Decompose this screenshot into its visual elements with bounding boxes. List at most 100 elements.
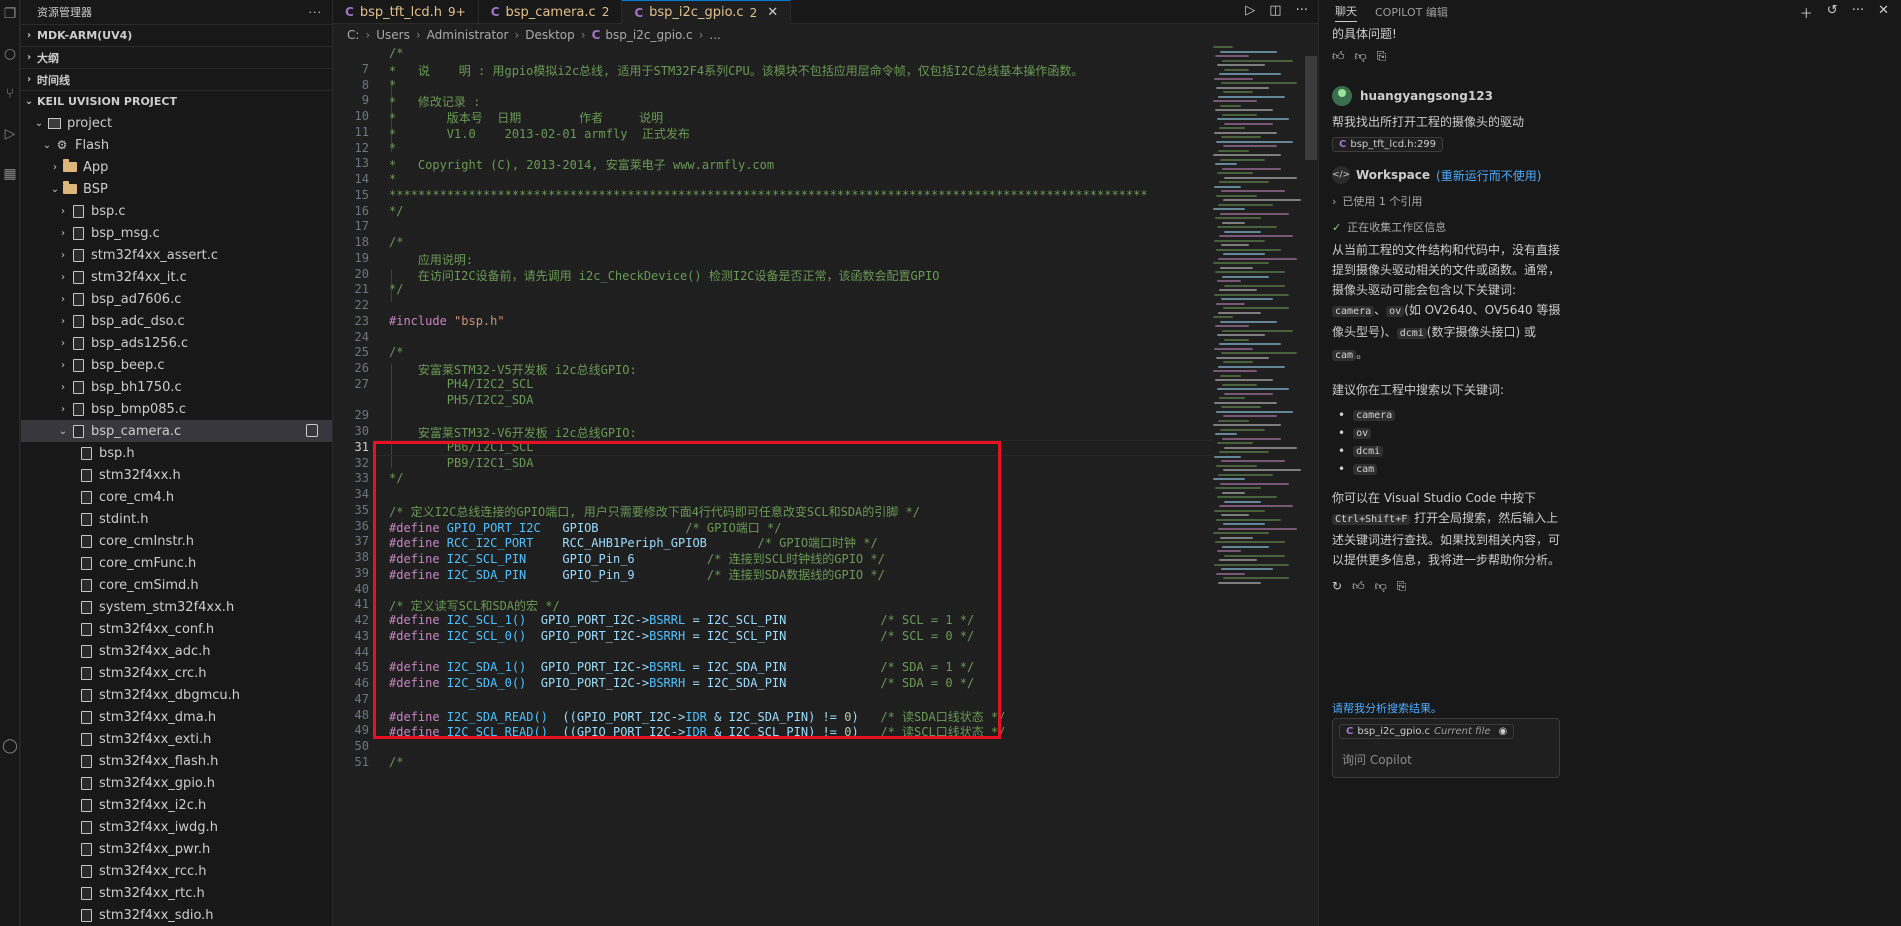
minimap-line [1214,563,1289,566]
close-icon[interactable]: ✕ [767,5,778,20]
tree-item[interactable]: stm32f4xx_iwdg.h [21,816,332,838]
tree-item[interactable]: stm32f4xx_gpio.h [21,772,332,794]
code-line: /* [389,755,403,769]
code-token: /* [389,235,404,249]
source-control-icon[interactable]: ⑂ [2,86,18,102]
more-actions-icon[interactable]: ··· [1852,3,1864,22]
tree-item[interactable]: stdint.h [21,508,332,530]
tree-item[interactable]: core_cmFunc.h [21,552,332,574]
answer-paragraph-3: 你可以在 Visual Studio Code 中按下 Ctrl+Shift+F… [1332,488,1562,570]
breadcrumb-item[interactable]: Administrator [427,28,509,42]
tree-item[interactable]: stm32f4xx_crc.h [21,662,332,684]
breadcrumb-item[interactable]: Desktop [525,28,575,42]
tree-item[interactable]: core_cm4.h [21,486,332,508]
breadcrumb-item[interactable]: bsp_i2c_gpio.c [605,28,692,42]
minimap-line [1222,545,1269,548]
section-timeline[interactable]: › 时间线 [21,68,332,90]
section-keil-project[interactable]: ⌄ KEIL UVISION PROJECT [21,90,332,112]
tab-chat[interactable]: 聊天 [1335,3,1357,22]
search-icon[interactable]: ○ [2,46,18,62]
add-icon[interactable]: ＋ [1800,3,1813,22]
insert-icon[interactable]: ⎘ [1397,579,1407,594]
tab-bsp-camera[interactable]: C bsp_camera.c 2 [479,0,623,24]
thumbs-up-icon[interactable]: 👍︎ [1332,49,1345,64]
tree-item[interactable]: ⌄ project [21,112,332,134]
tree-item[interactable]: stm32f4xx_dma.h [21,706,332,728]
close-icon[interactable]: ✕ [1878,3,1889,22]
tree-item[interactable]: › bsp.c [21,200,332,222]
tree-item[interactable]: › bsp_beep.c [21,354,332,376]
tab-label: bsp_camera.c [505,4,596,20]
tree-item[interactable]: stm32f4xx_rtc.h [21,882,332,904]
breadcrumb-item[interactable]: ... [709,28,720,42]
tree-item-label: stm32f4xx_rcc.h [99,863,207,879]
tree-item[interactable]: › bsp_bh1750.c [21,376,332,398]
breadcrumb-item[interactable]: C: [347,28,359,42]
tree-item[interactable]: › bsp_bmp085.c [21,398,332,420]
thumbs-down-icon[interactable]: 👎︎ [1355,49,1367,64]
insert-icon[interactable]: ⎘ [1377,49,1387,64]
breadcrumb-item[interactable]: Users [376,28,410,42]
chat-input-placeholder[interactable]: 询问 Copilot [1342,751,1412,768]
section-outline[interactable]: › 大纲 [21,46,332,68]
tree-item[interactable]: › bsp_adc_dso.c [21,310,332,332]
tree-item[interactable]: stm32f4xx_dbgmcu.h [21,684,332,706]
tree-item[interactable]: › bsp_ads1256.c [21,332,332,354]
run-debug-icon[interactable]: ▷ [2,126,18,142]
tree-item[interactable]: stm32f4xx.h [21,464,332,486]
tree-item[interactable]: stm32f4xx_pwr.h [21,838,332,860]
history-icon[interactable]: ↺ [1827,3,1838,22]
current-file-chip[interactable]: C bsp_i2c_gpio.c Current file ◉ [1339,724,1515,739]
used-references[interactable]: › 已使用 1 个引用 [1332,192,1562,210]
tree-item-label: stm32f4xx_gpio.h [99,775,216,791]
section-mdk-arm[interactable]: › MDK-ARM(UV4) [21,24,332,46]
tree-item[interactable]: stm32f4xx_flash.h [21,750,332,772]
tree-item[interactable]: ⌄ ⚙ Flash [21,134,332,156]
tree-item[interactable]: stm32f4xx_exti.h [21,728,332,750]
tree-item[interactable]: › App [21,156,332,178]
line-number: 21 [354,282,369,297]
line-number: 34 [354,487,369,501]
tree-item[interactable]: › stm32f4xx_it.c [21,266,332,288]
tab-bsp-tft-lcd[interactable]: C bsp_tft_lcd.h 9+ [333,0,479,24]
account-icon[interactable]: ◯ [2,738,18,754]
explorer-more-button[interactable]: ··· [309,6,323,19]
copy-icon[interactable] [306,424,318,437]
retry-icon[interactable]: ↻ [1332,579,1342,593]
tree-item[interactable]: core_cmInstr.h [21,530,332,552]
tree-item[interactable]: stm32f4xx_i2c.h [21,794,332,816]
tree-item[interactable]: stm32f4xx_rcc.h [21,860,332,882]
eye-icon[interactable]: ◉ [1499,726,1508,737]
chat-input-box[interactable]: C bsp_i2c_gpio.c Current file ◉ 询问 Copil… [1332,718,1560,778]
file-icon [79,578,93,592]
file-tree: ⌄ project ⌄ ⚙ Flash › App ⌄ BSP › bsp.c › bsp_msg.c ›… [21,112,332,926]
file-reference-chip[interactable]: Cbsp_tft_lcd.h:299 [1332,137,1444,152]
thumbs-down-icon[interactable]: 👎︎ [1375,579,1387,594]
tree-item[interactable]: › bsp_ad7606.c [21,288,332,310]
tree-item[interactable]: › bsp_msg.c [21,222,332,244]
tab-copilot-edits[interactable]: COPILOT 编辑 [1375,4,1448,20]
tree-item[interactable]: stm32f4xx_conf.h [21,618,332,640]
split-editor-icon[interactable]: ◫ [1269,3,1281,18]
editor-scrollbar[interactable] [1305,56,1317,160]
tree-item[interactable]: › stm32f4xx_assert.c [21,244,332,266]
tree-item[interactable]: stm32f4xx_sdio.h [21,904,332,926]
tree-item[interactable]: stm32f4xx_adc.h [21,640,332,662]
thumbs-up-icon[interactable]: 👍︎ [1352,579,1365,594]
explorer-icon[interactable]: ❐ [2,6,18,22]
code-editor[interactable]: /* 7 * 说 明 : 用gpio模拟i2c总线, 适用于STM32F4系列CPU… [333,46,1213,926]
tree-item[interactable]: system_stm32f4xx.h [21,596,332,618]
suggested-followup[interactable]: 请帮我分析搜索结果。 [1332,700,1442,716]
tab-bsp-i2c-gpio[interactable]: C bsp_i2c_gpio.c 2 ✕ [622,0,792,24]
tree-item[interactable]: ⌄ bsp_camera.c [21,420,332,442]
tree-item[interactable]: ⌄ BSP [21,178,332,200]
rerun-link[interactable]: (重新运行而不使用) [1436,167,1541,184]
tree-item[interactable]: core_cmSimd.h [21,574,332,596]
run-icon[interactable]: ▷ [1245,3,1255,18]
line-number: 39 [354,565,369,580]
minimap[interactable] [1213,46,1303,606]
file-icon [79,556,93,570]
tree-item[interactable]: bsp.h [21,442,332,464]
extensions-icon[interactable]: ▦ [2,166,18,182]
more-actions-icon[interactable]: ··· [1296,3,1308,18]
